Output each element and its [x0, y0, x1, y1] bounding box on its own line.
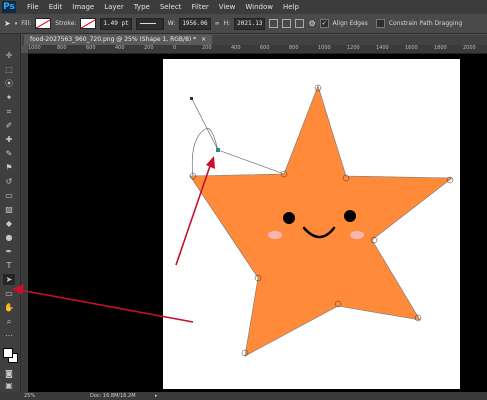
annotation-arrow-to-tool [19, 289, 194, 323]
arrowhead [206, 156, 215, 169]
bezier-curve[interactable] [191, 127, 219, 177]
left-eye [283, 212, 295, 224]
bezier-handle[interactable] [217, 149, 285, 175]
chevron-right-icon[interactable]: ▸ [155, 392, 158, 400]
right-cheek [350, 231, 364, 239]
document-info[interactable]: Doc: 16.8M/16.2M [90, 392, 136, 400]
right-eye [344, 210, 356, 222]
arrowhead [12, 284, 24, 295]
status-bar: 25% Doc: 16.8M/16.2M ▸ [0, 392, 487, 400]
left-cheek [268, 231, 282, 239]
star-shape[interactable] [189, 85, 453, 357]
zoom-level[interactable]: 25% [24, 392, 35, 400]
selected-anchor-point[interactable] [216, 148, 220, 152]
bezier-handle[interactable] [191, 98, 219, 151]
canvas-artwork [12, 84, 454, 357]
bezier-handle-point[interactable] [190, 97, 193, 100]
annotation-arrows [12, 156, 215, 323]
